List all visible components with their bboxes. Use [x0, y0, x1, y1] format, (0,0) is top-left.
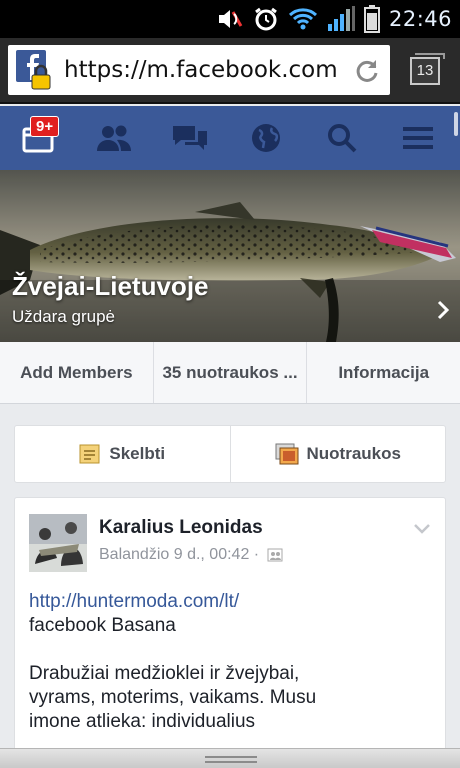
menu-button[interactable] [380, 106, 456, 170]
clock: 22:46 [388, 7, 452, 31]
search-button[interactable] [304, 106, 380, 170]
group-name: Žvejai-Lietuvoje [12, 271, 209, 301]
photos-button[interactable]: Nuotraukos [229, 426, 446, 482]
photos-button-label: Nuotraukos [306, 444, 401, 463]
globe-button[interactable] [228, 106, 304, 170]
chevron-down-icon[interactable] [413, 522, 431, 540]
post-button-label: Skelbti [109, 444, 166, 463]
post-text-line: facebook Basana [29, 615, 176, 636]
avatar[interactable] [29, 514, 87, 572]
note-icon [79, 444, 100, 464]
post-text-line: vyrams, moterims, vaikams. Musu [29, 687, 317, 708]
url-text: https://m.facebook.com [64, 57, 338, 83]
signal-icon [327, 6, 355, 32]
feed-post: Karalius Leonidas Balandžio 9 d., 00:42 … [14, 497, 446, 768]
menu-icon [403, 127, 433, 149]
info-tab[interactable]: Informacija [307, 342, 460, 403]
post-text-line: imone atlieka: individualius [29, 711, 256, 732]
post-body: http://huntermoda.com/lt/ facebook Basan… [29, 590, 433, 734]
post-timestamp[interactable]: Balandžio 9 d., 00:42 · [99, 546, 259, 564]
wifi-icon [288, 7, 318, 31]
status-bar: 22:46 [0, 0, 460, 38]
group-actions-bar: Add Members 35 nuotraukos ... Informacij… [0, 342, 460, 404]
group-audience-icon [267, 548, 283, 562]
post-text-line: Drabužiai medžioklei ir žvejybai, [29, 663, 300, 684]
post-meta: Balandžio 9 d., 00:42 · [99, 546, 283, 564]
add-members-button[interactable]: Add Members [0, 342, 154, 403]
messages-button[interactable] [152, 106, 228, 170]
secure-site-favicon-icon [14, 48, 54, 92]
tabs-button[interactable]: 13 [410, 53, 445, 85]
post-button[interactable]: Skelbti [15, 426, 230, 482]
facebook-navbar: 9+ [0, 106, 460, 170]
post-link[interactable]: http://huntermoda.com/lt/ [29, 590, 433, 614]
search-icon [328, 124, 357, 153]
battery-icon [363, 5, 380, 33]
notifications-badge: 9+ [30, 116, 60, 137]
group-privacy: Uždara grupė [12, 307, 116, 326]
alarm-icon [253, 6, 279, 32]
notifications-button[interactable]: 9+ [0, 106, 76, 170]
browser-toolbar: https://m.facebook.com 13 [0, 38, 460, 104]
group-cover[interactable]: Žvejai-Lietuvoje Uždara grupė [0, 170, 460, 342]
friends-icon [97, 125, 131, 151]
chevron-right-icon[interactable] [436, 300, 450, 325]
photo-icon [275, 443, 299, 465]
scroll-indicator [454, 112, 458, 136]
bottom-bar [0, 748, 460, 768]
post-author[interactable]: Karalius Leonidas [99, 517, 263, 539]
messages-icon [173, 126, 207, 150]
photos-tab[interactable]: 35 nuotraukos ... [154, 342, 308, 403]
screen: 22:46 https://m.facebook.com 13 9+ Žveja… [0, 0, 460, 768]
post-paragraph: Drabužiai medžioklei ir žvejybai, vyrams… [29, 662, 433, 734]
address-bar[interactable]: https://m.facebook.com [8, 45, 390, 95]
friends-button[interactable] [76, 106, 152, 170]
reload-icon[interactable] [350, 53, 384, 87]
pull-handle[interactable] [205, 756, 257, 763]
muted-speaker-icon [216, 6, 244, 32]
globe-icon [252, 124, 280, 152]
composer-bar: Skelbti Nuotraukos [14, 425, 446, 483]
